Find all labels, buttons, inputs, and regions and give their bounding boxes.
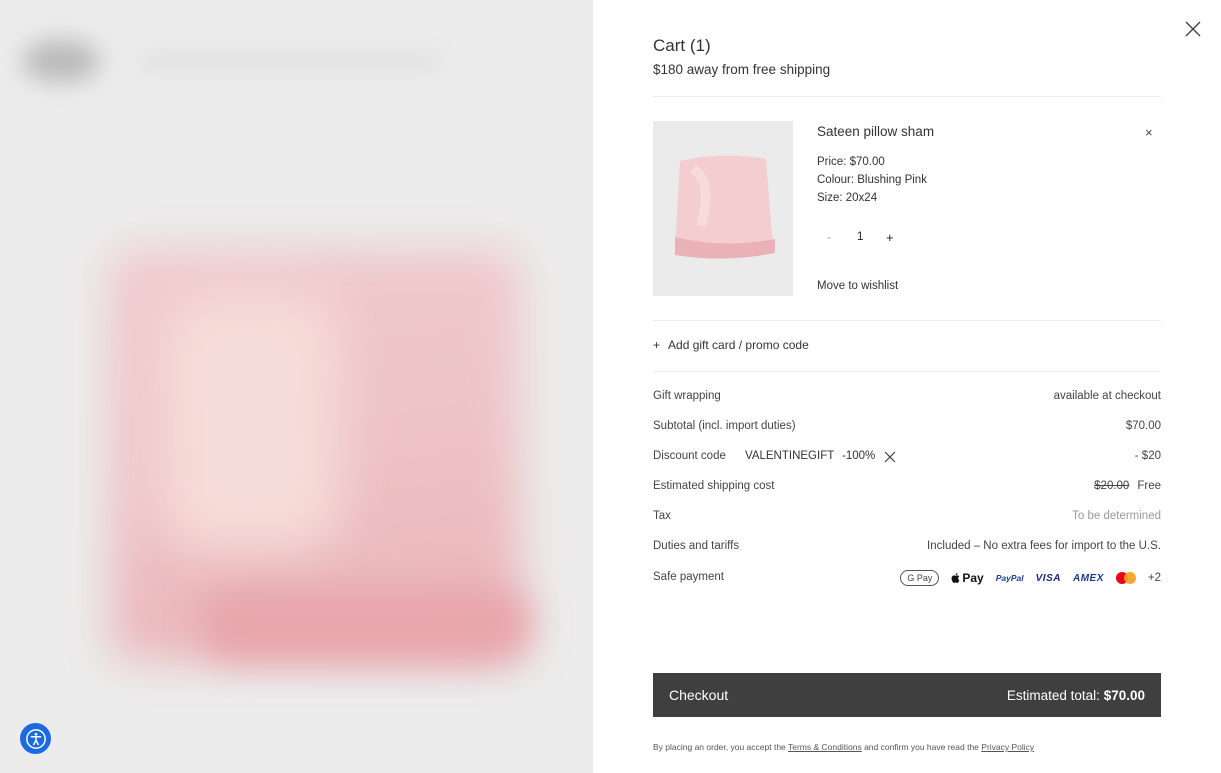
discount-label: Discount code	[653, 450, 726, 462]
promo-label: Add gift card / promo code	[668, 338, 809, 352]
cart-title: Cart (1)	[653, 36, 711, 55]
discount-code: VALENTINEGIFT	[745, 450, 835, 462]
free-shipping-note: $180 away from free shipping	[653, 62, 831, 77]
checkout-label: Checkout	[669, 687, 729, 703]
close-icon[interactable]	[1184, 20, 1202, 38]
privacy-link[interactable]: Privacy Policy	[981, 742, 1034, 752]
checkout-button[interactable]: Checkout Estimated total: $70.00	[653, 673, 1161, 717]
pillow-thumbnail	[653, 121, 793, 296]
blurred-product-backdrop	[0, 0, 593, 773]
blurred-logo	[22, 40, 100, 82]
payment-methods: G Pay Pay PayPal VISA AMEX +2	[900, 569, 1161, 587]
blurred-pillow-highlight	[160, 290, 340, 550]
blurred-navigation	[140, 55, 440, 69]
discount-value: - $20	[1134, 450, 1161, 462]
gift-wrapping-label: Gift wrapping	[653, 390, 721, 402]
legal-middle: and confirm you have read the	[864, 742, 979, 752]
remove-discount-icon[interactable]	[884, 451, 896, 463]
mastercard-icon	[1115, 572, 1136, 584]
plus-icon: +	[653, 338, 661, 352]
paypal-icon: PayPal	[995, 573, 1024, 583]
legal-notice: By placing an order, you accept the Term…	[653, 742, 1034, 752]
tax-label: Tax	[653, 510, 671, 522]
amex-icon: AMEX	[1072, 572, 1104, 584]
subtotal-label: Subtotal (incl. import duties)	[653, 420, 796, 432]
move-to-wishlist-link[interactable]: Move to wishlist	[817, 280, 898, 292]
estimated-total-label: Estimated total:	[1006, 687, 1100, 703]
google-pay-icon: G Pay	[900, 570, 940, 586]
product-colour: Colour: Blushing Pink	[817, 174, 927, 186]
product-name[interactable]: Sateen pillow sham	[817, 124, 934, 139]
tax-value: To be determined	[1072, 510, 1161, 522]
subtotal-value: $70.00	[1125, 420, 1161, 432]
duties-value: Included – No extra fees for import to t…	[927, 540, 1161, 552]
visa-icon: VISA	[1035, 572, 1061, 584]
terms-link[interactable]: Terms & Conditions	[788, 742, 862, 752]
gift-wrapping-value: available at checkout	[1053, 390, 1161, 402]
shipping-cost-value: $20.00 Free	[1094, 480, 1161, 492]
estimated-total: Estimated total: $70.00	[1007, 688, 1145, 703]
divider	[653, 320, 1161, 321]
add-promo-code-button[interactable]: + Add gift card / promo code	[653, 338, 809, 352]
product-size: Size: 20x24	[817, 192, 878, 204]
quantity-decrease-button[interactable]: -	[827, 230, 831, 244]
more-payment-methods: +2	[1147, 572, 1161, 584]
remove-item-button[interactable]: ×	[1145, 125, 1153, 140]
apple-pay-label: Pay	[962, 571, 984, 585]
original-shipping-price: $20.00	[1094, 480, 1130, 492]
blurred-pillow-fold	[200, 590, 530, 660]
shipping-free: Free	[1137, 480, 1161, 492]
accessibility-icon	[25, 728, 46, 749]
safe-payment-label: Safe payment	[653, 571, 724, 583]
product-image[interactable]	[653, 121, 793, 296]
duties-label: Duties and tariffs	[653, 540, 740, 552]
apple-logo-icon	[951, 573, 960, 583]
estimated-total-value: $70.00	[1103, 687, 1145, 703]
cart-drawer: Cart (1) $180 away from free shipping Sa…	[593, 0, 1221, 773]
accessibility-button[interactable]	[20, 723, 51, 754]
apple-pay-icon: Pay	[951, 571, 984, 585]
shipping-cost-label: Estimated shipping cost	[653, 480, 775, 492]
quantity-increase-button[interactable]: +	[886, 230, 894, 245]
divider	[653, 96, 1161, 97]
product-price: Price: $70.00	[817, 156, 885, 168]
legal-prefix: By placing an order, you accept the	[653, 742, 786, 752]
divider	[653, 371, 1161, 372]
discount-percent: -100%	[842, 450, 876, 462]
quantity-value: 1	[857, 231, 864, 243]
